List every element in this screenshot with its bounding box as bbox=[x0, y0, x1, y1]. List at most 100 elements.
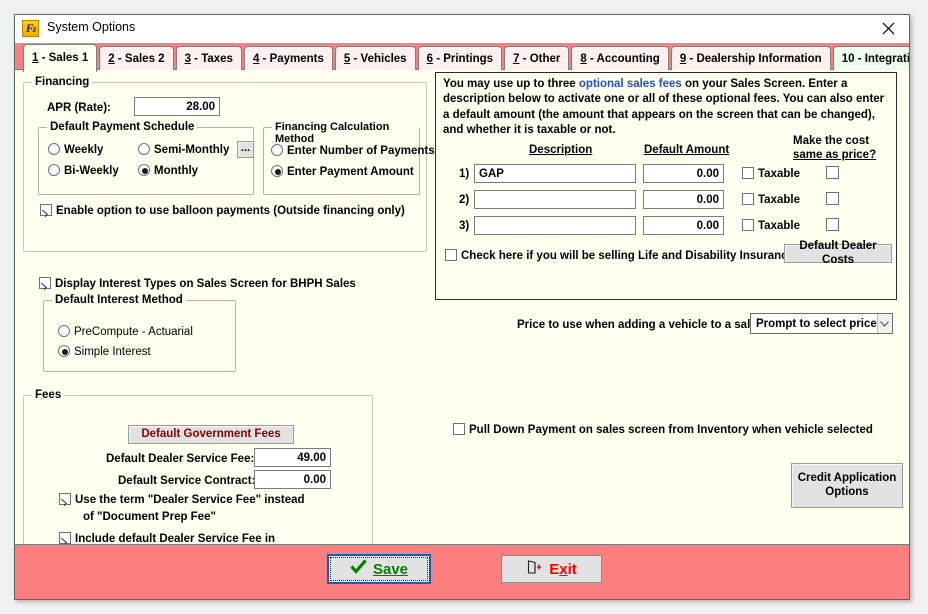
radio-dot bbox=[138, 164, 150, 176]
tab-label: - Vehicles bbox=[350, 53, 407, 65]
checkbox-box bbox=[59, 493, 71, 505]
calc-method-legend: Financing Calculation Method bbox=[272, 121, 419, 145]
checkbox-enable-balloon-payments[interactable]: Enable option to use balloon payments (O… bbox=[40, 204, 405, 217]
financing-calculation-method-group: Financing Calculation Method Enter Numbe… bbox=[263, 121, 435, 195]
fee-description-input-3[interactable] bbox=[474, 216, 636, 235]
checkbox-life-and-disability-insurance[interactable]: Check here if you will be selling Life a… bbox=[445, 249, 794, 262]
tab-taxes[interactable]: 3 - Taxes bbox=[175, 46, 242, 72]
tab-accounting[interactable]: 8 - Accounting bbox=[571, 46, 669, 72]
checkbox-cost-same-as-price-1[interactable] bbox=[826, 166, 839, 179]
tab-other[interactable]: 7 - Other bbox=[504, 46, 570, 72]
credit-app-line2: Options bbox=[825, 485, 869, 498]
tab-dealership-information[interactable]: 9 - Dealership Information bbox=[670, 46, 831, 72]
checkbox-box bbox=[40, 204, 52, 216]
payment-schedule-legend: Default Payment Schedule bbox=[47, 121, 198, 133]
close-icon[interactable] bbox=[867, 15, 909, 42]
service-contracts-taxable-label: Service Contracts: bbox=[137, 599, 239, 600]
tab-sales-2[interactable]: 2 - Sales 2 bbox=[99, 46, 174, 72]
default-dealer-service-fee-label: Default Dealer Service Fee: bbox=[106, 453, 255, 465]
fee-description-input-1[interactable] bbox=[474, 164, 636, 183]
tab-label: - Payments bbox=[259, 53, 324, 65]
apr-input[interactable] bbox=[134, 97, 220, 116]
radio-label: Enter Payment Amount bbox=[287, 166, 414, 178]
checkbox-box bbox=[826, 218, 839, 231]
checkbox-service-contracts-taxable[interactable]: Check if taxable bbox=[235, 599, 339, 600]
checkbox-label: Enable option to use balloon payments (O… bbox=[56, 205, 405, 217]
optional-sales-fees-panel: You may use up to three optional sales f… bbox=[435, 72, 897, 300]
window-title: System Options bbox=[47, 20, 136, 34]
exit-button-label: Exit bbox=[549, 560, 577, 578]
default-service-contract-input[interactable] bbox=[254, 470, 331, 489]
radio-monthly[interactable]: Monthly bbox=[138, 164, 198, 177]
radio-simple-interest[interactable]: Simple Interest bbox=[58, 345, 151, 358]
fee-amount-input-1[interactable] bbox=[643, 164, 724, 183]
checkbox-display-interest-types[interactable]: Display Interest Types on Sales Screen f… bbox=[39, 277, 356, 290]
radio-label: Bi-Weekly bbox=[64, 165, 119, 177]
radio-enter-payment-amount[interactable]: Enter Payment Amount bbox=[271, 165, 414, 178]
checkbox-fee-taxable-1[interactable]: Taxable bbox=[742, 167, 800, 180]
column-header-cost-same-line2: same as price? bbox=[793, 149, 877, 161]
radio-label: Semi-Monthly bbox=[154, 144, 230, 156]
default-dealer-costs-button[interactable]: Default Dealer Costs bbox=[784, 240, 892, 266]
radio-bi-weekly[interactable]: Bi-Weekly bbox=[48, 164, 119, 177]
checkbox-fee-taxable-2[interactable]: Taxable bbox=[742, 193, 800, 206]
checkbox-label: Taxable bbox=[758, 168, 800, 180]
radio-label: Weekly bbox=[64, 144, 104, 156]
radio-dot bbox=[48, 143, 60, 155]
checkbox-box bbox=[742, 193, 754, 205]
save-button[interactable]: Save bbox=[327, 554, 431, 584]
price-to-use-value: Prompt to select price bbox=[756, 317, 877, 330]
tab-integrations[interactable]: 10 - Integrations bbox=[832, 46, 909, 72]
radio-semi-monthly[interactable]: Semi-Monthly bbox=[138, 143, 229, 156]
tab-strip: 1 - Sales 1 2 - Sales 2 3 - Taxes 4 - Pa… bbox=[15, 43, 909, 72]
exit-button[interactable]: Exit bbox=[501, 555, 602, 583]
checkbox-label: Taxable bbox=[758, 220, 800, 232]
price-to-use-select[interactable]: Prompt to select price bbox=[750, 313, 893, 334]
radio-weekly[interactable]: Weekly bbox=[48, 143, 103, 156]
tab-vehicles[interactable]: 5 - Vehicles bbox=[334, 46, 416, 72]
checkbox-cost-same-as-price-2[interactable] bbox=[826, 192, 839, 205]
radio-dot bbox=[58, 345, 70, 357]
interest-method-legend: Default Interest Method bbox=[52, 294, 186, 306]
checkbox-pull-down-payment[interactable]: Pull Down Payment on sales screen from I… bbox=[453, 423, 873, 436]
tab-printings[interactable]: 6 - Printings bbox=[417, 46, 503, 72]
tab-label: - Taxes bbox=[190, 53, 233, 65]
exit-door-icon bbox=[526, 559, 542, 580]
checkbox-box bbox=[826, 192, 839, 205]
column-header-default-amount: Default Amount bbox=[644, 144, 730, 156]
checkbox-cost-same-as-price-3[interactable] bbox=[826, 218, 839, 231]
fz-app-icon: Fz bbox=[22, 20, 39, 37]
column-header-cost-same-line1: Make the cost bbox=[793, 135, 870, 147]
price-to-use-label: Price to use when adding a vehicle to a … bbox=[517, 319, 761, 331]
radio-label: Simple Interest bbox=[74, 346, 151, 358]
checkbox-box bbox=[453, 423, 465, 435]
checkbox-use-dealer-service-fee-term[interactable]: Use the term "Dealer Service Fee" instea… bbox=[59, 493, 305, 506]
intro-part1: You may use up to three bbox=[443, 78, 579, 90]
checkbox-box bbox=[59, 532, 71, 544]
radio-label: Monthly bbox=[154, 165, 199, 177]
default-service-contract-label: Default Service Contract: bbox=[118, 475, 256, 487]
default-government-fees-button[interactable]: Default Government Fees bbox=[128, 425, 294, 444]
checkbox-fee-taxable-3[interactable]: Taxable bbox=[742, 219, 800, 232]
radio-enter-number-of-payments[interactable]: Enter Number of Payments bbox=[271, 144, 435, 157]
radio-precompute-actuarial[interactable]: PreCompute - Actuarial bbox=[58, 325, 193, 338]
default-dealer-service-fee-input[interactable] bbox=[254, 448, 331, 467]
check-icon bbox=[350, 559, 367, 579]
checkbox-box bbox=[742, 219, 754, 231]
checkbox-label: Pull Down Payment on sales screen from I… bbox=[469, 424, 873, 436]
tab-payments[interactable]: 4 - Payments bbox=[243, 46, 333, 72]
fee-row-number-1: 1) bbox=[459, 168, 470, 180]
tab-label: - Sales 2 bbox=[114, 53, 165, 65]
optional-sales-fees-link[interactable]: optional sales fees bbox=[579, 78, 682, 90]
semi-monthly-ellipsis-button[interactable]: ... bbox=[237, 141, 254, 158]
fee-description-input-2[interactable] bbox=[474, 190, 636, 209]
checkbox-box bbox=[826, 166, 839, 179]
column-header-description: Description bbox=[529, 144, 593, 156]
apr-label: APR (Rate): bbox=[47, 102, 111, 114]
fee-amount-input-3[interactable] bbox=[643, 216, 724, 235]
tab-sales-1[interactable]: 1 - Sales 1 bbox=[23, 44, 98, 72]
tab-panel-sales-1: Financing APR (Rate): Default Payment Sc… bbox=[15, 70, 909, 599]
fee-amount-input-2[interactable] bbox=[643, 190, 724, 209]
checkbox-label: Taxable bbox=[758, 194, 800, 206]
credit-application-options-button[interactable]: Credit Application Options bbox=[791, 463, 903, 508]
